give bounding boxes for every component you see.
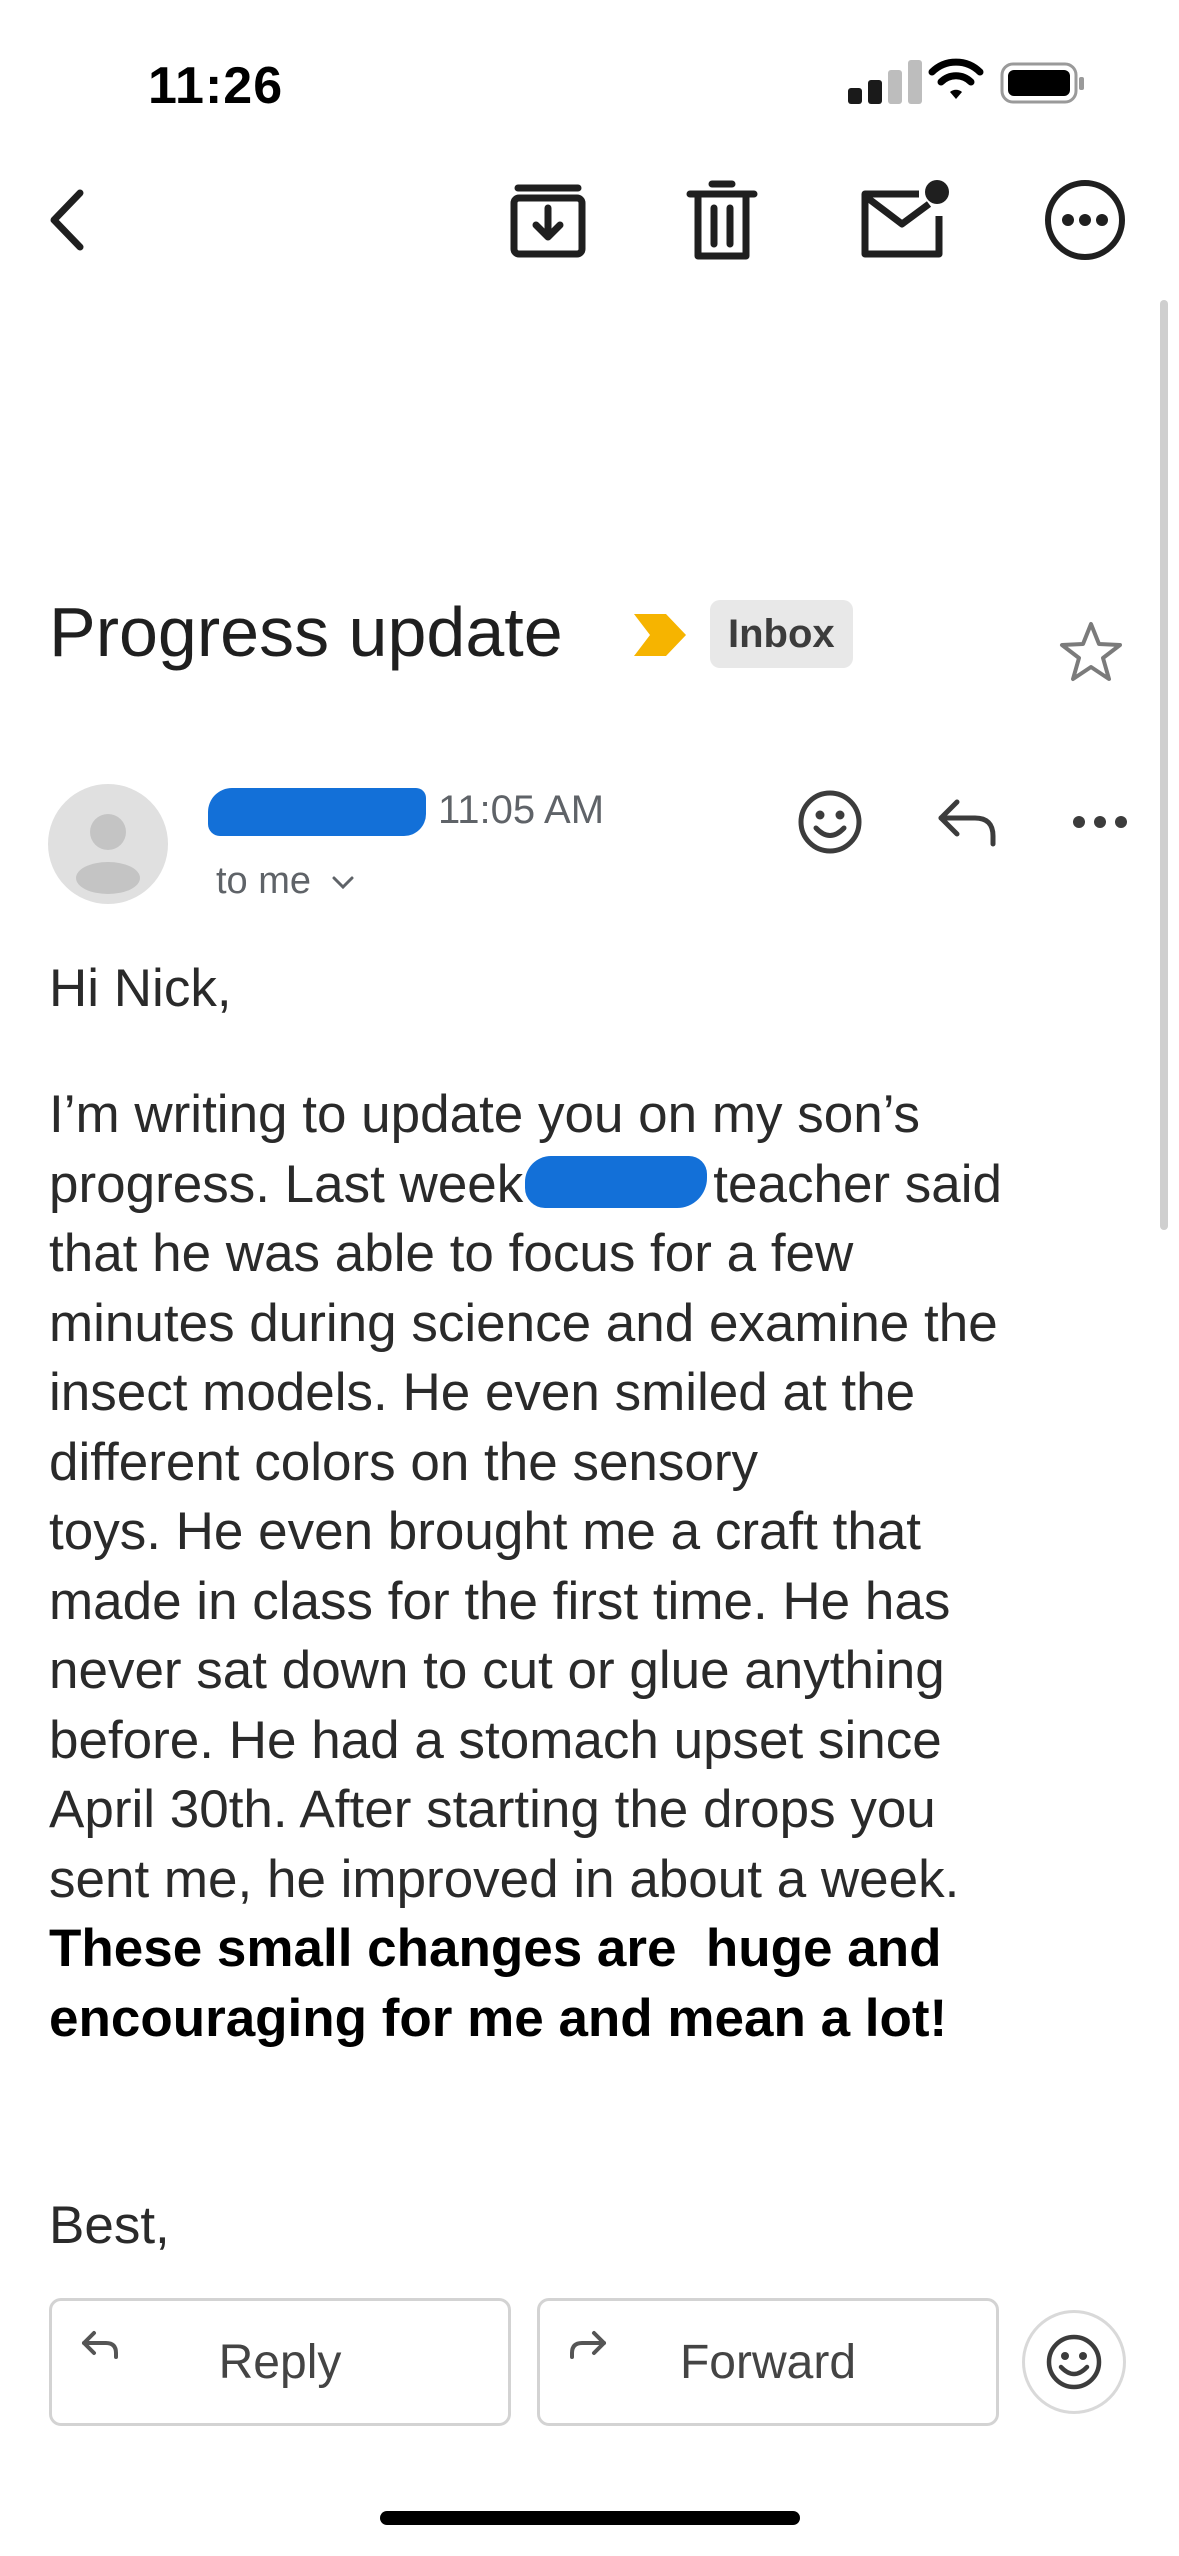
add-reaction-button[interactable] — [790, 782, 870, 862]
recipient-details-toggle[interactable]: to me — [216, 860, 356, 903]
important-marker-icon[interactable] — [632, 612, 688, 658]
email-subject: Progress update — [49, 593, 563, 671]
body-line: insect models. He even smiled at the — [49, 1363, 916, 1422]
star-icon[interactable] — [1058, 620, 1124, 684]
forward-icon — [570, 2331, 606, 2359]
battery-icon — [1000, 62, 1084, 104]
reply-button[interactable]: Reply — [49, 2298, 511, 2426]
sent-time: 11:05 AM — [438, 788, 605, 832]
reply-icon — [82, 2331, 118, 2359]
more-horizontal-icon — [1073, 816, 1127, 828]
message-more-button[interactable] — [1060, 782, 1140, 862]
forward-label: Forward — [679, 2335, 857, 2389]
home-indicator[interactable] — [380, 2511, 800, 2525]
archive-icon — [510, 184, 586, 258]
status-time: 11:26 — [148, 57, 284, 115]
person-icon — [76, 814, 140, 894]
forward-button[interactable]: Forward — [537, 2298, 999, 2426]
email-body: I’m writing to update you on my son’s pr… — [49, 1080, 1149, 2053]
reply-icon-button[interactable] — [922, 782, 1012, 862]
recipient-label: to me — [216, 860, 312, 902]
body-line: that he was able to focus for a few — [49, 1224, 854, 1283]
body-line: I’m writing to update you on my son’s — [49, 1085, 921, 1144]
email-greeting: Hi Nick, — [49, 959, 232, 1018]
emoji-icon — [798, 790, 862, 854]
body-line: sent me, he improved in about a week. — [49, 1849, 960, 1909]
delete-button[interactable] — [672, 170, 772, 270]
body-line: different colors on the sensory — [49, 1432, 759, 1492]
cellular-signal-icon — [848, 60, 928, 104]
body-line-emphasis: encouraging for me and mean a lot! — [49, 1988, 948, 2048]
body-line: minutes during science and examine the — [49, 1293, 998, 1353]
mark-unread-button[interactable] — [855, 170, 955, 270]
emoji-icon — [1046, 2334, 1102, 2390]
body-line: never sat down to cut or glue anything — [49, 1641, 945, 1700]
emoji-reaction-button[interactable] — [1022, 2310, 1126, 2414]
reply-label: Reply — [218, 2335, 342, 2389]
body-line: progress. Last week teacher said — [49, 1154, 1003, 1214]
avatar[interactable] — [48, 784, 168, 904]
trash-icon — [686, 180, 758, 260]
body-line: before. He had a stomach upset since — [49, 1710, 942, 1770]
redacted-name — [525, 1155, 708, 1208]
chevron-down-icon — [332, 876, 354, 890]
body-line: made in class for the first time. He has — [49, 1571, 951, 1631]
more-options-icon — [1045, 180, 1125, 260]
body-line: April 30th. After starting the drops you — [49, 1780, 936, 1839]
scrollbar[interactable] — [1160, 300, 1168, 1230]
reply-icon — [938, 799, 996, 847]
inbox-label-chip[interactable]: Inbox — [710, 600, 853, 668]
more-options-button[interactable] — [1035, 170, 1135, 270]
body-line: toys. He even brought me a craft that — [49, 1502, 922, 1561]
back-icon — [50, 189, 84, 251]
back-button[interactable] — [20, 170, 120, 270]
email-signoff: Best, — [49, 2196, 170, 2255]
wifi-icon — [928, 58, 984, 99]
body-line-emphasis: These small changes are huge and — [49, 1919, 942, 1978]
mail-unread-icon — [861, 180, 949, 258]
archive-button[interactable] — [498, 170, 598, 270]
sender-name-redacted — [208, 788, 426, 836]
